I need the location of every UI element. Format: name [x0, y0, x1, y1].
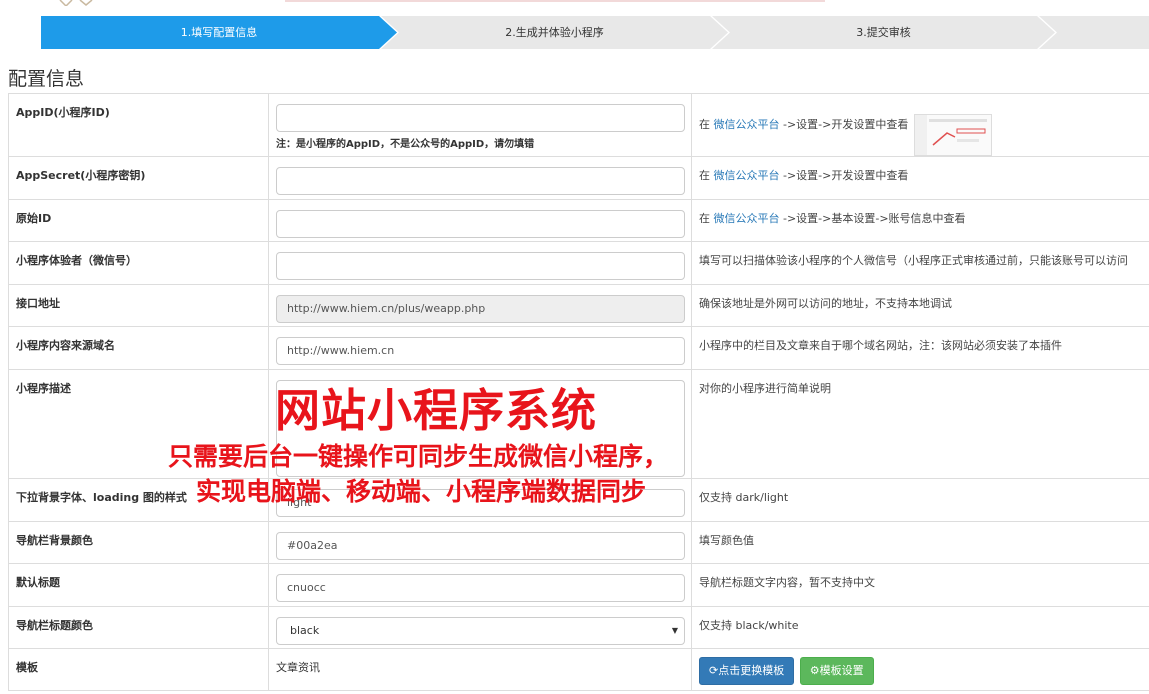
appid-note: 注：是小程序的AppID，不是公众号的AppID，请勿填错 [276, 139, 535, 150]
row-tester: 小程序体验者（微信号） 填写可以扫描体验该小程序的个人微信号（小程序正式审核通过… [8, 241, 1149, 285]
help-tester: 填写可以扫描体验该小程序的个人微信号（小程序正式审核通过前，只能该账号可以访问 [691, 241, 1149, 285]
template-value: 文章资讯 [276, 661, 320, 674]
label-api-url: 接口地址 [8, 284, 269, 327]
refresh-icon: ⟳ [709, 664, 719, 677]
appid-input[interactable] [276, 104, 685, 132]
help-description: 对你的小程序进行简单说明 [691, 369, 1149, 479]
row-content-domain: 小程序内容来源域名 http://www.hiem.cn 小程序中的栏目及文章来… [8, 326, 1149, 370]
step-1[interactable]: 1.填写配置信息 [41, 16, 397, 49]
row-appsecret: AppSecret(小程序密钥) 在 微信公众平台 ->设置->开发设置中查看 [8, 156, 1149, 200]
select-value: black [290, 624, 320, 637]
label-tester: 小程序体验者（微信号） [8, 241, 269, 285]
wechat-platform-link[interactable]: 微信公众平台 [714, 118, 780, 131]
help-prefix: 在 [699, 118, 714, 131]
top-decoration [285, 0, 825, 2]
content-domain-input[interactable]: http://www.hiem.cn [276, 337, 685, 365]
row-nav-title-color: 导航栏标题颜色 black ▼ 仅支持 black/white [8, 606, 1149, 649]
nav-bg-color-input[interactable]: #00a2ea [276, 532, 685, 560]
tester-input[interactable] [276, 252, 685, 280]
row-nav-bg-color: 导航栏背景颜色 #00a2ea 填写颜色值 [8, 521, 1149, 564]
original-id-input[interactable] [276, 210, 685, 238]
gear-icon: ⚙ [809, 664, 820, 677]
api-url-input: http://www.hiem.cn/plus/weapp.php [276, 295, 685, 323]
row-api-url: 接口地址 http://www.hiem.cn/plus/weapp.php 确… [8, 284, 1149, 327]
step-4[interactable] [1039, 16, 1149, 49]
step-2[interactable]: 2.生成并体验小程序 [381, 16, 728, 49]
label-original-id: 原始ID [8, 199, 269, 242]
help-suffix: ->设置->基本设置->账号信息中查看 [779, 212, 966, 225]
row-default-title: 默认标题 cnuocc 导航栏标题文字内容，暂不支持中文 [8, 563, 1149, 607]
step-3[interactable]: 3.提交审核 [712, 16, 1055, 49]
section-title: 配置信息 [8, 68, 85, 90]
label-appsecret: AppSecret(小程序密钥) [8, 156, 269, 200]
appsecret-input[interactable] [276, 167, 685, 195]
caret-down-icon: ▼ [671, 626, 678, 635]
help-content-domain: 小程序中的栏目及文章来自于哪个域名网站，注：该网站必须安装了本插件 [691, 326, 1149, 370]
row-template: 模板 文章资讯 ⟳点击更换模板 ⚙模板设置 [8, 648, 1149, 691]
overlay-line-2: 实现电脑端、移动端、小程序端数据同步 [196, 477, 647, 506]
help-prefix: 在 [699, 169, 714, 182]
overlay-title: 网站小程序系统 [275, 384, 598, 437]
overlay-line-1: 只需要后台一键操作可同步生成微信小程序， [168, 442, 669, 471]
nav-title-color-select[interactable]: black ▼ [276, 617, 685, 645]
row-original-id: 原始ID 在 微信公众平台 ->设置->基本设置->账号信息中查看 [8, 199, 1149, 242]
wechat-platform-link[interactable]: 微信公众平台 [714, 212, 780, 225]
label-default-title: 默认标题 [8, 563, 269, 607]
label-appid: AppID(小程序ID) [8, 93, 269, 157]
help-loading-style: 仅支持 dark/light [691, 478, 1149, 522]
label-content-domain: 小程序内容来源域名 [8, 326, 269, 370]
change-template-button[interactable]: ⟳点击更换模板 [699, 657, 795, 685]
screenshot-thumbnail[interactable] [913, 114, 992, 156]
help-nav-bg-color: 填写颜色值 [691, 521, 1149, 564]
logo-remnant [59, 0, 93, 6]
help-suffix: ->设置->开发设置中查看 [779, 118, 909, 131]
label-nav-bg-color: 导航栏背景颜色 [8, 521, 269, 564]
help-suffix: ->设置->开发设置中查看 [779, 169, 909, 182]
help-nav-title-color: 仅支持 black/white [691, 606, 1149, 649]
progress-steps: 1.填写配置信息 2.生成并体验小程序 3.提交审核 [0, 16, 1149, 49]
default-title-input[interactable]: cnuocc [276, 574, 685, 602]
template-settings-button[interactable]: ⚙模板设置 [799, 657, 874, 685]
row-appid: AppID(小程序ID) 注：是小程序的AppID，不是公众号的AppID，请勿… [8, 93, 1149, 157]
wechat-platform-link[interactable]: 微信公众平台 [714, 169, 780, 182]
help-api-url: 确保该地址是外网可以访问的地址，不支持本地调试 [691, 284, 1149, 327]
help-prefix: 在 [699, 212, 714, 225]
help-default-title: 导航栏标题文字内容，暂不支持中文 [691, 563, 1149, 607]
label-template: 模板 [8, 648, 269, 691]
label-nav-title-color: 导航栏标题颜色 [8, 606, 269, 649]
